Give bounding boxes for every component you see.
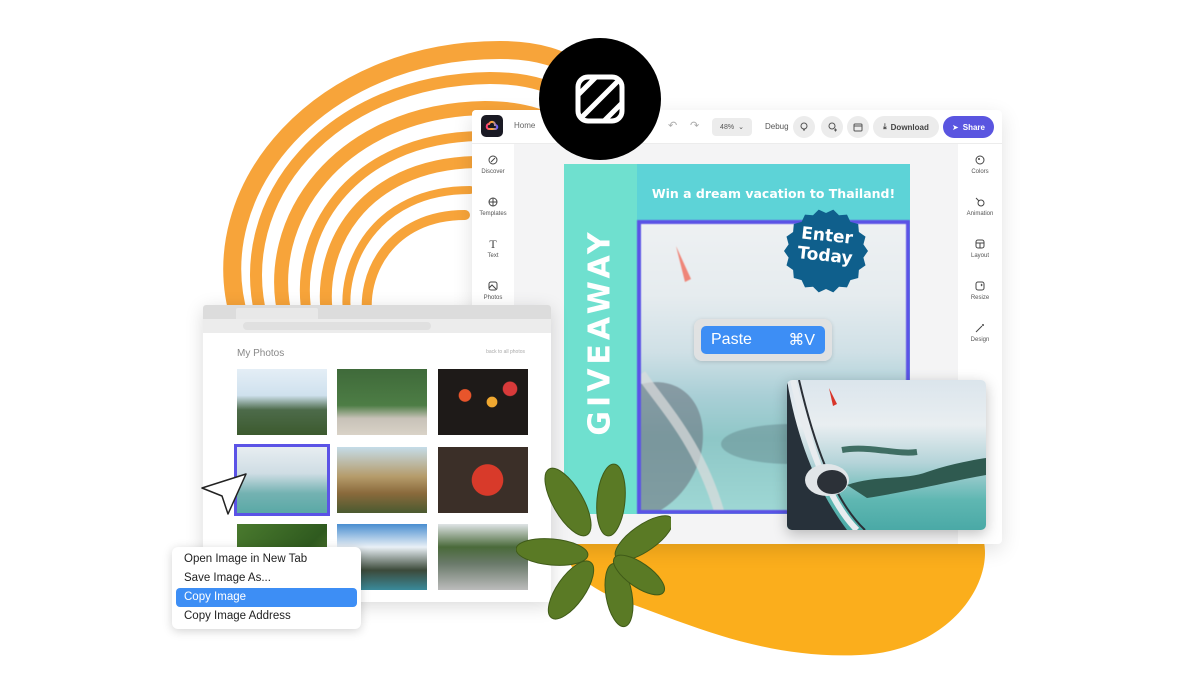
photo-thumbnail[interactable] (337, 369, 427, 435)
browser-tab-strip (203, 305, 551, 319)
templates-icon (487, 196, 499, 208)
paste-shortcut: ⌘V (788, 332, 815, 349)
magic-wand-icon (974, 322, 986, 334)
photo-thumbnail[interactable] (438, 524, 528, 590)
brand-logo-badge (539, 38, 661, 160)
app-logo[interactable] (481, 115, 503, 137)
rail-item-colors[interactable]: Colors (958, 154, 1002, 175)
rail-label: Templates (479, 211, 507, 217)
schedule-button[interactable] (847, 116, 869, 138)
photo-thumbnail[interactable] (438, 369, 528, 435)
rail-label: Design (970, 337, 990, 343)
share-label: Share (962, 122, 985, 132)
photo-thumbnail[interactable] (337, 447, 427, 513)
menu-item-save-image-as[interactable]: Save Image As... (176, 569, 357, 588)
rail-item-text[interactable]: T Text (472, 236, 514, 260)
menu-item-open-image-new-tab[interactable]: Open Image in New Tab (176, 550, 357, 569)
rail-label: Colors (971, 169, 989, 175)
user-add-icon (828, 122, 837, 132)
rail-label: Photos (483, 295, 503, 301)
rail-label: Resize (970, 295, 990, 301)
airplane-window-image (787, 380, 986, 530)
rail-item-layout[interactable]: Layout (958, 238, 1002, 259)
download-icon: ⤓ (883, 122, 887, 131)
browser-address-bar (203, 319, 551, 333)
resize-icon (974, 280, 986, 292)
lightbulb-button[interactable] (793, 116, 815, 138)
url-field[interactable] (243, 322, 431, 330)
paste-context-menu: Paste ⌘V (694, 319, 832, 361)
paste-label: Paste (711, 331, 752, 348)
palette-icon (974, 154, 986, 166)
photo-thumbnail[interactable] (237, 369, 327, 435)
decorative-leaf (516, 463, 671, 628)
rail-label: Layout (970, 253, 989, 259)
poster-headline[interactable]: Win a dream vacation to Thailand! (637, 186, 910, 201)
chevron-down-icon: ⌄ (738, 124, 744, 131)
download-label: Download (890, 122, 929, 132)
creative-cloud-icon (485, 120, 499, 130)
animation-icon (974, 196, 986, 208)
share-button[interactable]: ➤ Share (943, 116, 994, 138)
rail-label: Text (487, 253, 499, 259)
layout-icon (974, 238, 986, 250)
rail-item-discover[interactable]: Discover (472, 154, 514, 175)
debug-button[interactable]: Debug (765, 122, 789, 131)
rail-item-photos[interactable]: Photos (472, 280, 514, 301)
photos-icon (487, 280, 499, 292)
add-collaborator-button[interactable] (821, 116, 843, 138)
poster-side-text[interactable]: GIVEAWAY (583, 228, 618, 435)
browser-tab[interactable] (236, 308, 318, 319)
rail-item-templates[interactable]: Templates (472, 196, 514, 217)
rail-item-resize[interactable]: Resize (958, 280, 1002, 301)
rail-item-animation[interactable]: Animation (958, 196, 1002, 217)
rail-label: Animation (966, 211, 994, 217)
text-icon: T (489, 236, 497, 251)
download-button[interactable]: ⤓ Download (873, 116, 939, 138)
photo-thumbnail[interactable] (438, 447, 528, 513)
menu-item-copy-image-address[interactable]: Copy Image Address (176, 607, 357, 626)
calendar-icon (853, 123, 863, 132)
pasted-airplane-photo[interactable] (787, 380, 986, 530)
back-to-all-photos-link[interactable]: back to all photos (486, 349, 525, 355)
compass-icon (487, 154, 499, 166)
photo-thumbnail-selected[interactable] (234, 444, 330, 516)
image-context-menu: Open Image in New Tab Save Image As... C… (172, 547, 361, 629)
paste-menu-item[interactable]: Paste ⌘V (701, 326, 825, 354)
photos-page-title: My Photos (237, 348, 285, 359)
home-link[interactable]: Home (514, 121, 535, 130)
redo-icon[interactable]: ↷ (690, 119, 699, 132)
rail-item-design[interactable]: Design (958, 322, 1002, 343)
lightbulb-icon (800, 122, 808, 131)
rail-label: Discover (481, 169, 505, 175)
undo-icon[interactable]: ↶ (668, 119, 677, 132)
menu-item-copy-image[interactable]: Copy Image (176, 588, 357, 607)
send-icon: ➤ (952, 122, 959, 132)
zoom-level-select[interactable]: 48% ⌄ (712, 118, 752, 136)
zoom-level-value: 48% (720, 123, 735, 131)
striped-square-logo-icon (575, 74, 625, 124)
mouse-pointer-icon (201, 473, 247, 515)
